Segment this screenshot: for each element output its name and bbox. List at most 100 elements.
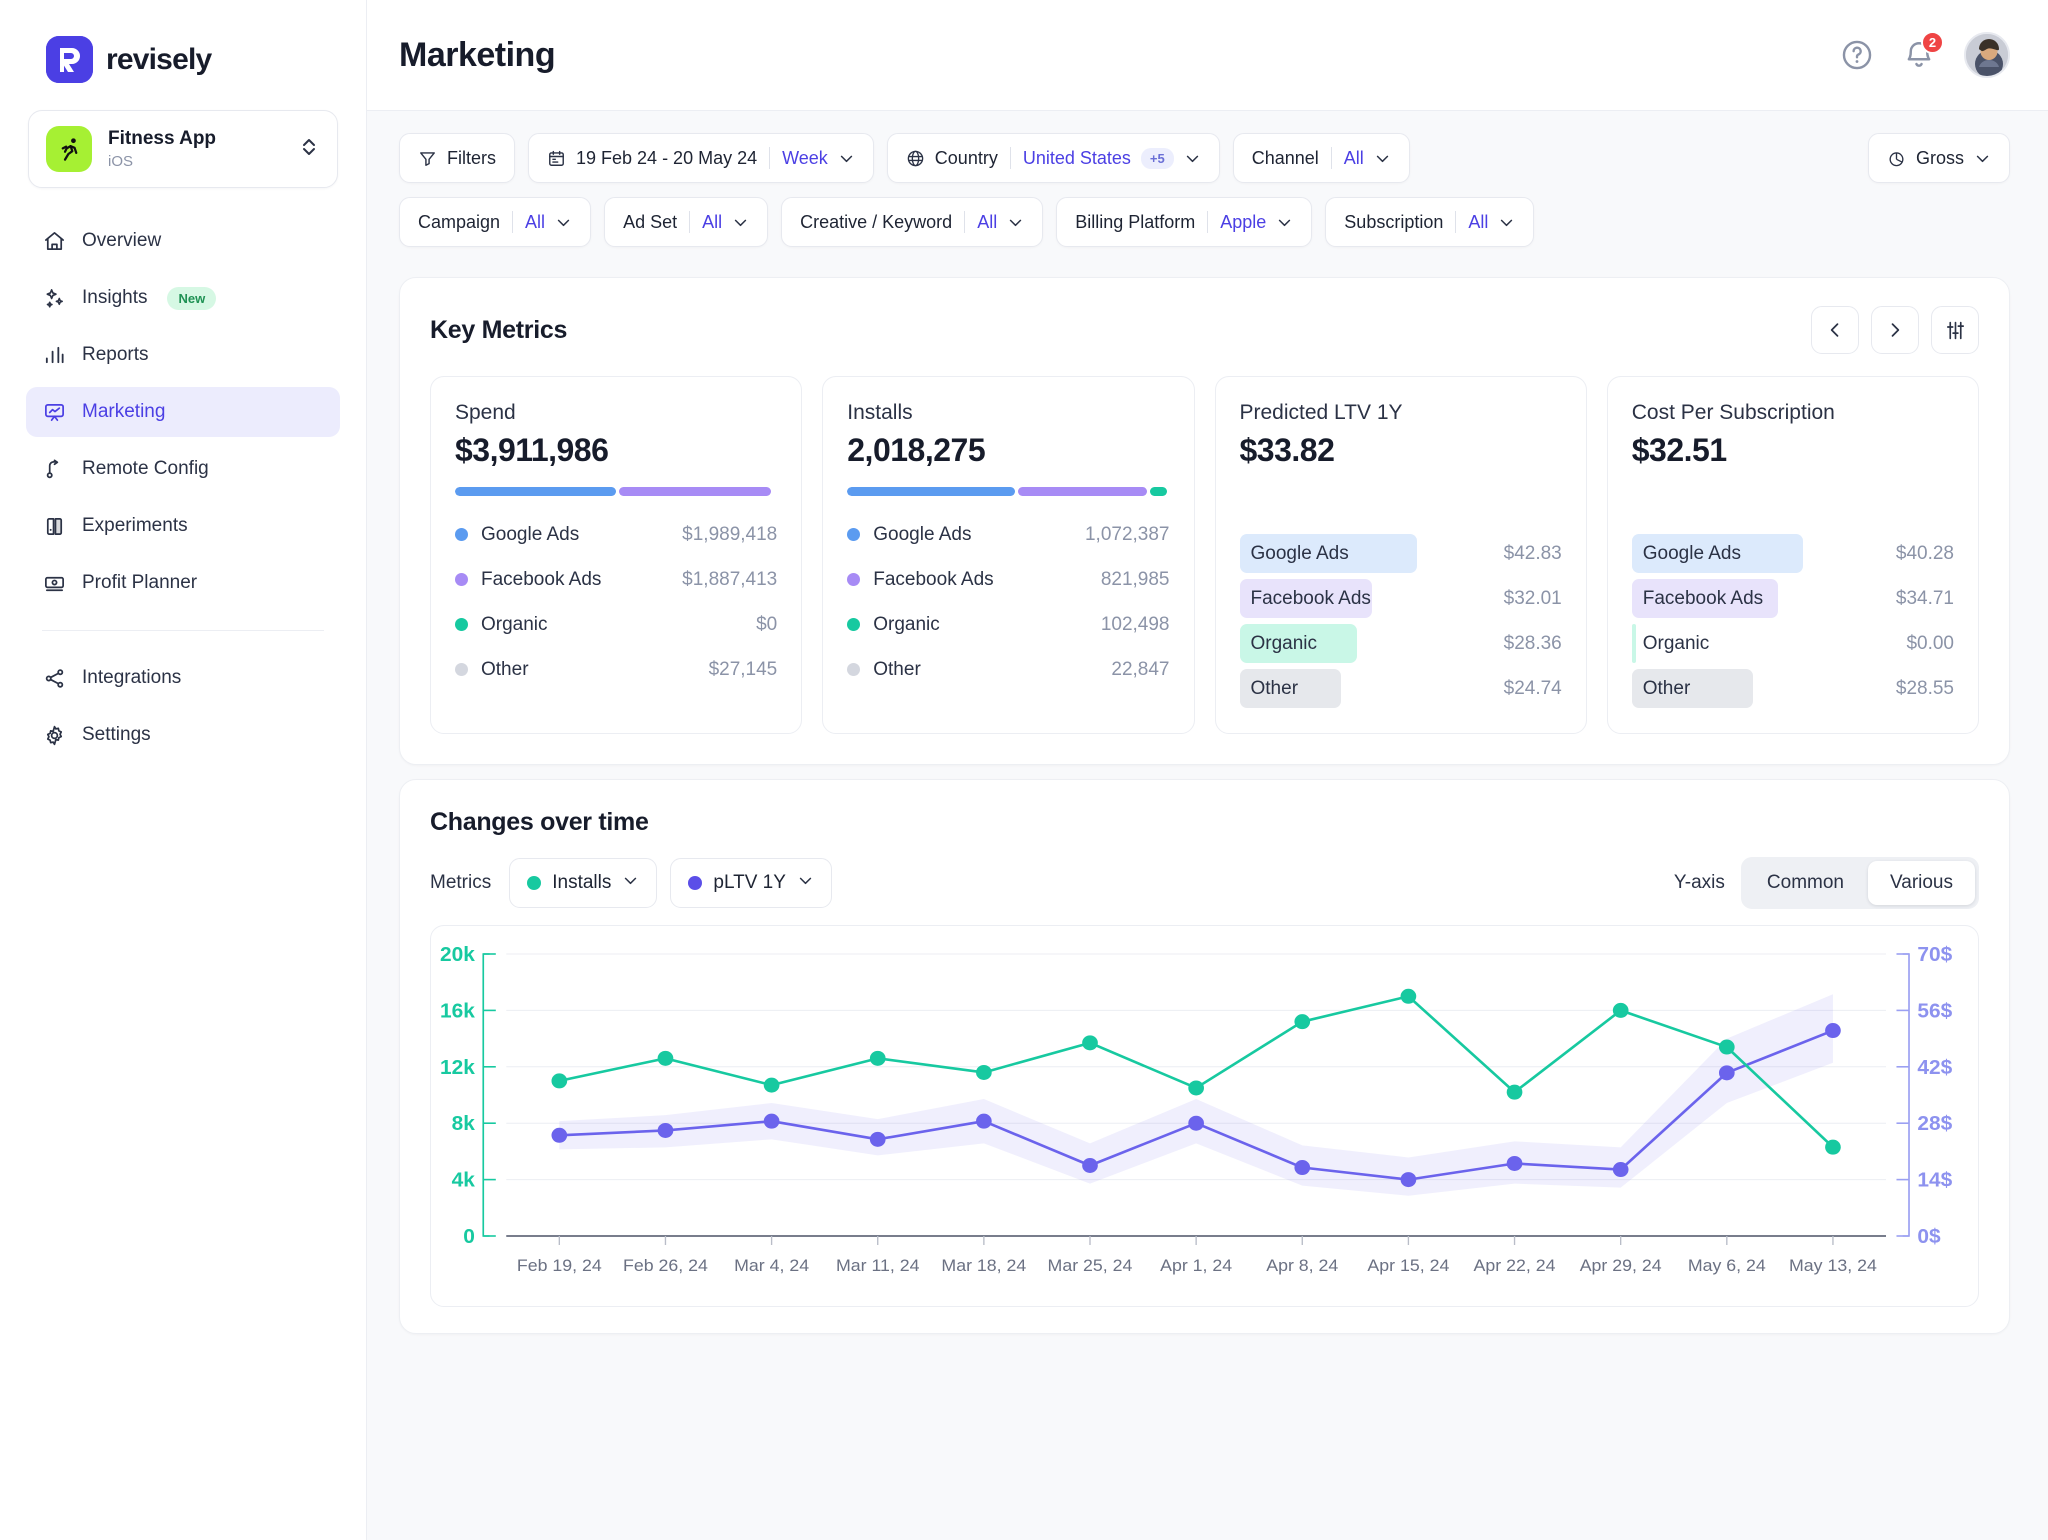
y-axis-option-various[interactable]: Various [1867, 861, 1975, 905]
y-axis-option-common[interactable]: Common [1745, 861, 1866, 905]
pltv-1y-point[interactable] [1612, 1162, 1629, 1178]
stacked-bar-segment-organic [1150, 487, 1167, 496]
sidebar-nav: Overview Insights New Reports Marketing … [0, 216, 366, 760]
changes-over-time-chart[interactable]: 0 4k 8k 12k 16k 20k 0$ 14$ 28$ 42$ 56$ 70$ Feb 19, 2… [431, 936, 1978, 1306]
billing-platform-filter-label: Billing Platform [1075, 211, 1196, 232]
installs-point[interactable] [657, 1050, 674, 1066]
metric-card-spend: Spend $3,911,986 Google Ads $1,989,418 F… [430, 376, 803, 734]
campaign-filter[interactable]: Campaign All [399, 197, 592, 247]
filters-button[interactable]: Filters [399, 133, 515, 183]
stacked-bar-segment-google [455, 487, 616, 496]
pltv-1y-point[interactable] [1294, 1160, 1311, 1176]
metric-value: $3,911,986 [455, 432, 609, 468]
ad-set-filter-label: Ad Set [623, 211, 678, 232]
key-metrics-settings-button[interactable] [1931, 306, 1979, 354]
pltv-1y-point[interactable] [551, 1127, 568, 1143]
sidebar-item-reports[interactable]: Reports [26, 330, 340, 380]
sidebar-item-insights[interactable]: Insights New [26, 273, 340, 323]
sidebar-item-label: Overview [82, 230, 162, 251]
installs-point[interactable] [976, 1064, 992, 1080]
sidebar-item-experiments[interactable]: Experiments [26, 501, 340, 551]
pltv-1y-point[interactable] [657, 1122, 674, 1138]
top-bar: Marketing 2 [367, 0, 2048, 111]
x-axis-tick-label: Apr 8, 24 [1266, 1255, 1338, 1275]
y-axis-control: Y-axis Common Various [1674, 857, 1979, 909]
pltv-1y-point[interactable] [1082, 1158, 1098, 1173]
bar-label: Facebook Ads [1250, 587, 1371, 609]
sidebar-item-profit-planner[interactable]: Profit Planner [26, 558, 340, 608]
pltv-1y-point[interactable] [869, 1131, 886, 1147]
left-axis-line [482, 953, 490, 1237]
subscription-filter[interactable]: Subscription All [1325, 197, 1535, 247]
pltv-1y-point[interactable] [763, 1113, 780, 1129]
question-circle-icon[interactable] [1840, 38, 1874, 72]
bell-icon[interactable]: 2 [1902, 31, 1944, 72]
x-axis-tick-label: Mar 11, 24 [836, 1255, 920, 1275]
chevron-down-icon [1276, 214, 1293, 231]
creative-keyword-filter[interactable]: Creative / Keyword All [781, 197, 1044, 247]
bar-amount: $0.00 [1906, 632, 1954, 654]
chevron-down-icon [1007, 214, 1024, 231]
installs-point[interactable] [1082, 1035, 1098, 1051]
x-axis-tick-label: Apr 22, 24 [1474, 1255, 1556, 1275]
key-metrics-next-button[interactable] [1871, 306, 1919, 354]
pltv-1y-point[interactable] [976, 1113, 992, 1129]
metric-card-predicted-ltv-1y: Predicted LTV 1Y $33.82 Google Ads $42.8… [1214, 376, 1587, 734]
installs-point[interactable] [869, 1050, 886, 1066]
chevron-down-icon [732, 214, 749, 231]
app-switcher[interactable]: Fitness App iOS [28, 110, 338, 188]
app-root: revisely Fitness App iOS Overview Insigh… [0, 0, 2048, 1540]
banknote-icon [42, 571, 66, 595]
installs-point[interactable] [1506, 1084, 1523, 1100]
metric-selector-installs[interactable]: Installs [509, 858, 658, 908]
installs-point[interactable] [1188, 1080, 1204, 1096]
legend-dot-installs [527, 876, 542, 890]
chart-controls: Metrics Installs pLTV 1Y Y-axis Common V… [400, 837, 2009, 909]
bar-label: Other [1250, 677, 1299, 699]
bar-amount: $34.71 [1895, 587, 1954, 609]
channel-filter[interactable]: Channel All [1232, 133, 1410, 183]
installs-point[interactable] [1400, 988, 1417, 1004]
date-range-filter[interactable]: 19 Feb 24 - 20 May 24 Week [528, 133, 874, 183]
sidebar-item-label: Marketing [82, 401, 166, 422]
pltv-1y-point[interactable] [1188, 1115, 1204, 1131]
brand[interactable]: revisely [0, 0, 366, 83]
avatar[interactable] [1964, 32, 2010, 78]
flask-split-icon [42, 514, 66, 538]
key-metrics-panel: Key Metrics Spend $3,911,986 Google Ads … [399, 277, 2010, 765]
sidebar-item-integrations[interactable]: Integrations [26, 653, 340, 703]
pltv-1y-point[interactable] [1825, 1023, 1841, 1039]
pltv-1y-point[interactable] [1718, 1065, 1735, 1081]
key-metrics-prev-button[interactable] [1811, 306, 1859, 354]
metric-label: Installs [847, 401, 913, 424]
x-axis-tick-label: Feb 26, 24 [623, 1255, 708, 1275]
country-filter[interactable]: Country United States +5 [886, 133, 1220, 183]
sidebar-item-overview[interactable]: Overview [26, 216, 340, 266]
billing-platform-filter[interactable]: Billing Platform Apple [1056, 197, 1313, 247]
country-filter-label: Country [934, 147, 998, 168]
installs-point[interactable] [1718, 1039, 1735, 1055]
legend-label: Other [873, 658, 921, 680]
stacked-bar [847, 487, 1169, 496]
installs-point[interactable] [1612, 1002, 1629, 1018]
ad-set-filter[interactable]: Ad Set All [604, 197, 769, 247]
pltv-1y-point[interactable] [1506, 1155, 1523, 1171]
installs-point[interactable] [1825, 1139, 1841, 1155]
metric-selector-label: Installs [552, 872, 612, 893]
metric-selector-pltv-1y[interactable]: pLTV 1Y [670, 858, 832, 908]
sidebar-item-marketing[interactable]: Marketing [26, 387, 340, 437]
legend-dot-organic [847, 618, 861, 631]
sidebar-item-label: Remote Config [82, 458, 209, 479]
bar-row: Organic $0.00 [1631, 621, 1954, 666]
country-filter-extra-count: +5 [1140, 147, 1174, 169]
sidebar-item-remote-config[interactable]: Remote Config [26, 444, 340, 494]
bar-row: Google Ads $42.83 [1239, 531, 1562, 576]
installs-point[interactable] [551, 1073, 568, 1089]
pltv-1y-point[interactable] [1400, 1172, 1417, 1188]
legend-amount: 1,072,387 [1084, 523, 1170, 545]
installs-point[interactable] [763, 1077, 780, 1093]
divider [964, 211, 966, 233]
gross-selector[interactable]: Gross [1867, 133, 2010, 183]
sidebar-item-settings[interactable]: Settings [26, 710, 340, 760]
installs-point[interactable] [1294, 1014, 1311, 1030]
